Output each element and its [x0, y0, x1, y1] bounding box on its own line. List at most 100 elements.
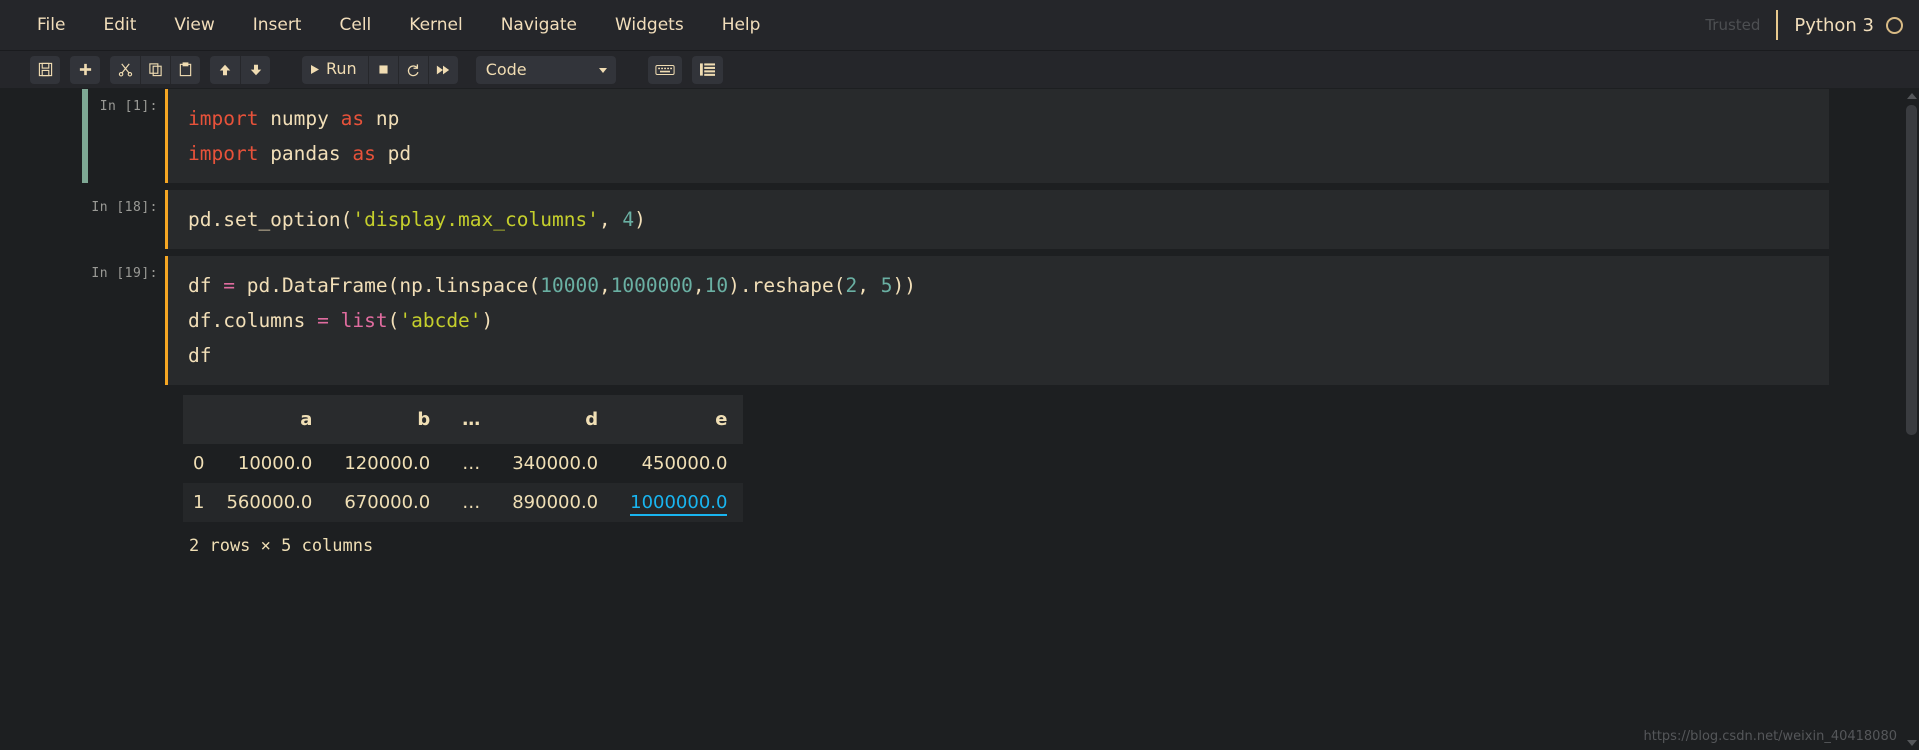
code-token: 2	[845, 274, 858, 297]
run-button-label: Run	[326, 58, 357, 78]
code-token: pandas	[258, 142, 353, 165]
dataframe-body: 0 10000.0 120000.0 … 340000.0 450000.0 1…	[183, 444, 744, 522]
code-token: )	[481, 309, 494, 332]
table-row: 1 560000.0 670000.0 … 890000.0 1000000.0	[183, 483, 744, 522]
fast-forward-icon	[436, 64, 450, 76]
cell-input-area[interactable]: import numpy as np import pandas as pd	[165, 89, 1829, 183]
code-token: ,	[598, 208, 623, 231]
code-token: as	[352, 142, 376, 165]
trusted-status: Trusted	[1705, 16, 1761, 34]
copy-button[interactable]	[140, 55, 170, 84]
cell-input-area[interactable]: df = pd.DataFrame(np.linspace(10000, 1000…	[165, 256, 1829, 385]
code-token: =	[223, 274, 235, 297]
dataframe-table: a b … d e 0 10000.0 120000.0 … 340000.0	[183, 395, 744, 522]
paste-button[interactable]	[170, 55, 200, 84]
menu-item-widgets[interactable]: Widgets	[596, 11, 703, 40]
command-palette-button[interactable]	[691, 55, 723, 84]
table-cell: 10000.0	[237, 453, 313, 474]
cut-button[interactable]	[110, 55, 140, 84]
menu-item-navigate[interactable]: Navigate	[482, 11, 596, 40]
menu-bar: File Edit View Insert Cell Kernel Naviga…	[0, 0, 1919, 50]
code-token: df	[188, 274, 224, 297]
restart-run-all-button[interactable]	[427, 55, 458, 84]
cell-type-select[interactable]: Code	[475, 55, 616, 84]
keyboard-shortcuts-button[interactable]	[647, 55, 682, 84]
table-cell-highlighted: 1000000.0	[614, 483, 744, 522]
code-line: import pandas as pd	[184, 136, 1829, 171]
code-token: 'abcde'	[399, 309, 482, 332]
menu-item-file[interactable]: File	[18, 11, 84, 40]
arrow-up-icon	[218, 63, 232, 77]
move-group	[210, 55, 270, 84]
run-button[interactable]: Run	[302, 55, 368, 84]
kernel-name-label: Python 3	[1794, 14, 1874, 36]
insert-cell-below-button[interactable]	[70, 55, 100, 84]
table-row-index: 0	[193, 453, 205, 474]
menu-bar-right: Trusted Python 3	[1705, 0, 1903, 50]
code-token: =	[317, 309, 329, 332]
code-token: import	[188, 142, 259, 165]
stop-square-icon	[377, 63, 390, 76]
table-header-row: a b … d e	[183, 395, 744, 444]
floppy-disk-icon	[38, 62, 53, 77]
cell-prompt: In [18]:	[91, 200, 158, 215]
circle-idle-icon[interactable]	[1886, 16, 1903, 34]
scrollbar-thumb[interactable]	[1906, 105, 1917, 435]
output-body: a b … d e 0 10000.0 120000.0 … 340000.0	[165, 395, 744, 556]
table-cell: 120000.0	[344, 453, 431, 474]
code-token: (	[387, 309, 400, 332]
code-token: 10000	[540, 274, 599, 297]
clipboard-group	[110, 55, 200, 84]
notebook-area[interactable]: In [1]: import numpy as np import pandas…	[0, 89, 1919, 750]
cell-type-value: Code	[485, 60, 527, 79]
notebook-cell[interactable]: In [1]: import numpy as np import pandas…	[0, 89, 1919, 183]
table-column-header-b: b	[328, 395, 447, 444]
code-line: df = pd.DataFrame(np.linspace(10000, 1000…	[184, 268, 1829, 303]
scroll-up-arrow-icon[interactable]	[1907, 93, 1917, 99]
cell-output: a b … d e 0 10000.0 120000.0 … 340000.0	[0, 395, 1919, 556]
code-token: 4	[622, 208, 635, 231]
save-button[interactable]	[30, 55, 60, 84]
code-token: pd.DataFrame(np.linspace(	[234, 274, 541, 297]
restart-circular-arrow-icon	[406, 63, 420, 77]
scroll-down-arrow-icon[interactable]	[1907, 740, 1917, 746]
keyboard-icon	[655, 63, 675, 77]
paste-icon	[178, 62, 193, 77]
code-token: df.columns	[188, 309, 318, 332]
menu-item-edit[interactable]: Edit	[84, 11, 155, 40]
notebook-cell[interactable]: In [19]: df = pd.DataFrame(np.linspace(1…	[0, 256, 1919, 385]
move-cell-up-button[interactable]	[210, 55, 240, 84]
vertical-scrollbar[interactable]	[1904, 89, 1919, 750]
menu-item-kernel[interactable]: Kernel	[390, 11, 481, 40]
play-icon	[310, 64, 320, 75]
code-line: pd.set_option('display.max_columns', 4)	[184, 202, 1829, 237]
command-palette-group	[691, 55, 723, 84]
menu-item-help[interactable]: Help	[703, 11, 780, 40]
restart-kernel-button[interactable]	[397, 55, 428, 84]
code-token: 5	[880, 274, 893, 297]
code-token: ,	[857, 274, 881, 297]
table-cell: …	[446, 483, 497, 522]
code-token: pd	[375, 142, 412, 165]
dataframe-shape-note: 2 rows × 5 columns	[189, 536, 374, 556]
table-column-header-a: a	[210, 395, 329, 444]
table-index-header	[183, 395, 211, 444]
chevron-down-icon	[598, 67, 607, 73]
table-column-header-e: e	[614, 395, 744, 444]
menu-item-insert[interactable]: Insert	[234, 11, 321, 40]
notebook-cell[interactable]: In [18]: pd.set_option('display.max_colu…	[0, 190, 1919, 249]
table-row: 0 10000.0 120000.0 … 340000.0 450000.0	[183, 444, 743, 483]
watermark-text: https://blog.csdn.net/weixin_40418080	[1643, 729, 1897, 744]
code-token: 1000000	[610, 274, 693, 297]
scissors-icon	[118, 62, 133, 77]
interrupt-kernel-button[interactable]	[367, 55, 398, 84]
menu-item-view[interactable]: View	[155, 11, 233, 40]
code-token: df	[188, 344, 212, 367]
cell-input-area[interactable]: pd.set_option('display.max_columns', 4)	[165, 190, 1829, 249]
menu-item-cell[interactable]: Cell	[320, 11, 390, 40]
toolbar: Run Code	[0, 50, 1919, 88]
keyboard-group	[647, 55, 682, 84]
code-line: import numpy as np	[184, 101, 1829, 136]
move-cell-down-button[interactable]	[240, 55, 270, 84]
list-lines-icon	[699, 62, 716, 77]
